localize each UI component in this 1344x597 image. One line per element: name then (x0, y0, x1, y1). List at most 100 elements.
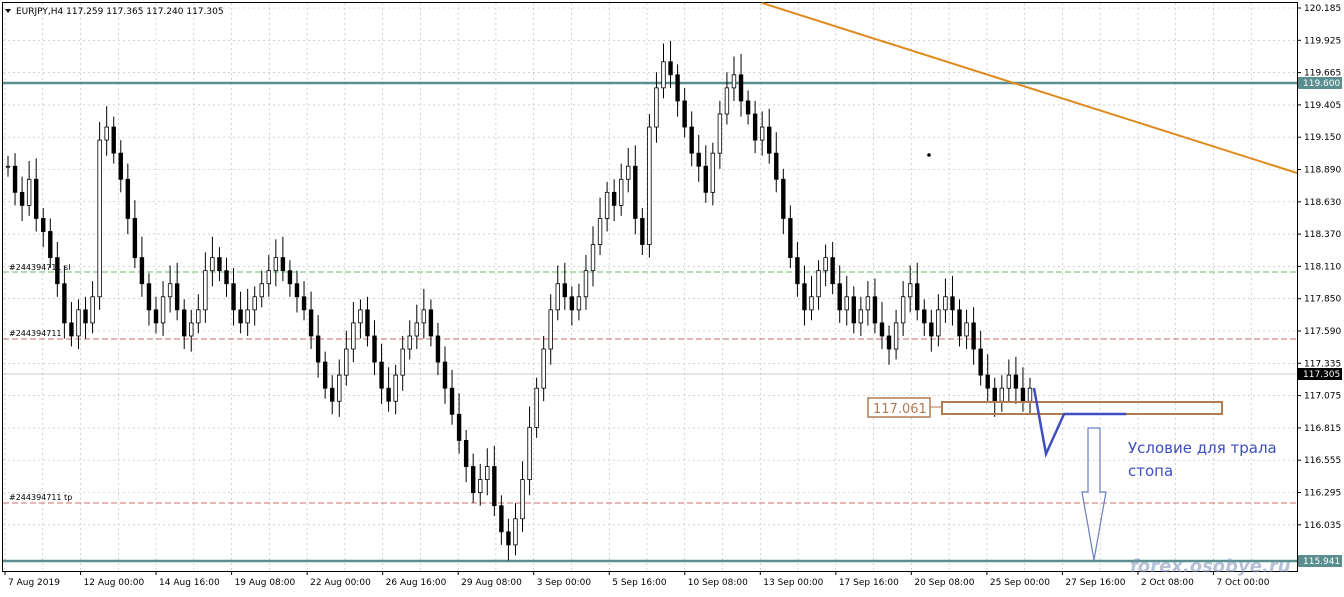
price-chart[interactable]: 120.185119.925119.665119.405119.150118.8… (0, 0, 1344, 593)
candle-body (527, 426, 532, 480)
candle-body (971, 322, 976, 350)
candle (647, 113, 652, 258)
candle-body (337, 374, 342, 402)
watermark: forex.osobye.ru (1130, 556, 1291, 577)
candle-body (428, 309, 434, 337)
price-tick-label: 120.185 (1304, 4, 1341, 14)
time-label: 3 Sep 00:00 (537, 578, 592, 588)
time-label: 13 Sep 00:00 (763, 578, 823, 588)
price-tick-label: 116.035 (1304, 521, 1341, 531)
price-axis: 120.185119.925119.665119.405119.150118.8… (1297, 4, 1342, 567)
candle-body (809, 296, 814, 311)
price-tick-label: 116.815 (1304, 424, 1341, 434)
price-tick-label: 117.850 (1304, 295, 1341, 305)
price-tick-label: 116.295 (1304, 489, 1341, 499)
candle-body (661, 61, 666, 89)
candle-body (964, 322, 969, 337)
candle-body (703, 165, 708, 193)
time-label: 29 Aug 08:00 (461, 578, 522, 588)
candle-body (5, 165, 11, 168)
candle-body (463, 440, 469, 467)
price-tick-label: 118.630 (1304, 198, 1341, 208)
candle-body (506, 531, 511, 546)
candle-body (1006, 374, 1012, 389)
candle-body (449, 387, 455, 415)
candle-body (358, 309, 363, 324)
candle-body (182, 309, 187, 337)
chart-window[interactable]: 120.185 119.925 119.665 119.405 119.150 118.8… (0, 0, 1344, 593)
sl-order-label[interactable]: #244394711 sl (9, 263, 70, 272)
price-tick-label: 119.150 (1304, 133, 1341, 143)
candle-body (146, 283, 152, 311)
candle-body (520, 479, 525, 520)
candle-body (647, 126, 652, 245)
plot-area[interactable] (2, 2, 1298, 572)
candle-body (203, 270, 208, 311)
candle-body (781, 178, 786, 219)
price-tick-label: 116.555 (1304, 456, 1341, 466)
candle-body (111, 126, 116, 154)
time-label: 7 Oct 00:00 (1216, 578, 1269, 588)
candle-body (266, 270, 271, 285)
candle-body (724, 87, 730, 115)
candle-body (287, 270, 293, 285)
candle-body (717, 113, 723, 154)
candle-body (915, 283, 920, 311)
candle-body (999, 387, 1005, 402)
candle-body (33, 178, 39, 219)
candle-body (943, 296, 948, 311)
candle-body (752, 113, 758, 141)
candle-body (167, 283, 173, 298)
price-tick-label: 117.590 (1304, 327, 1341, 337)
candle-body (922, 309, 927, 324)
candle-body (738, 74, 744, 102)
candle-body (872, 296, 878, 324)
candle-body (478, 479, 483, 494)
tp-order-label[interactable]: #244394711 tp (9, 493, 72, 502)
candle-body (90, 296, 95, 324)
time-label: 19 Aug 08:00 (235, 578, 296, 588)
candle-body (118, 152, 123, 180)
candle-body (280, 257, 286, 272)
candle-body (837, 283, 842, 311)
price-tick-label: 117.335 (1304, 359, 1341, 369)
candle-body (196, 309, 201, 324)
time-label: 14 Aug 16:00 (159, 578, 220, 588)
symbol-title: EURJPY,H4 117.259 117.365 117.240 117.30… (16, 7, 224, 17)
candle-body (562, 283, 568, 298)
candle-body (654, 87, 659, 128)
candle-body (245, 309, 250, 324)
candle-body (978, 348, 983, 376)
candle-body (238, 309, 243, 324)
time-label: 7 Aug 2019 (8, 578, 60, 588)
time-label: 5 Sep 16:00 (612, 578, 667, 588)
candle-body (767, 126, 772, 154)
candle-body (217, 257, 222, 272)
candle-body (858, 309, 864, 324)
candle-body (675, 74, 680, 102)
candle-body (604, 191, 610, 219)
candle-body (386, 387, 391, 402)
candle-body (1020, 387, 1026, 402)
note-line-2: стопа (1128, 462, 1173, 480)
candle-body (407, 335, 412, 350)
candle-body (710, 152, 716, 193)
price-tick-label: 119.925 (1304, 36, 1341, 46)
price-tick-label: 119.405 (1304, 101, 1341, 111)
candle-body (62, 283, 67, 324)
candle-body (259, 283, 264, 298)
candle-body (548, 309, 553, 350)
candle-body (929, 322, 934, 337)
candle-body (315, 335, 321, 363)
candle-body (633, 165, 638, 219)
candle-body (351, 322, 356, 350)
candle-body (492, 466, 497, 507)
candle-body (830, 257, 835, 285)
candle-body (132, 218, 138, 259)
time-label: 20 Sep 08:00 (914, 578, 974, 588)
upper-level-text: 119.600 (1303, 79, 1340, 89)
candle-body (745, 100, 751, 115)
candle-body (597, 218, 603, 245)
entry-order-label[interactable]: #244394711 (9, 329, 62, 338)
current-price-text: 117.305 (1303, 370, 1340, 380)
